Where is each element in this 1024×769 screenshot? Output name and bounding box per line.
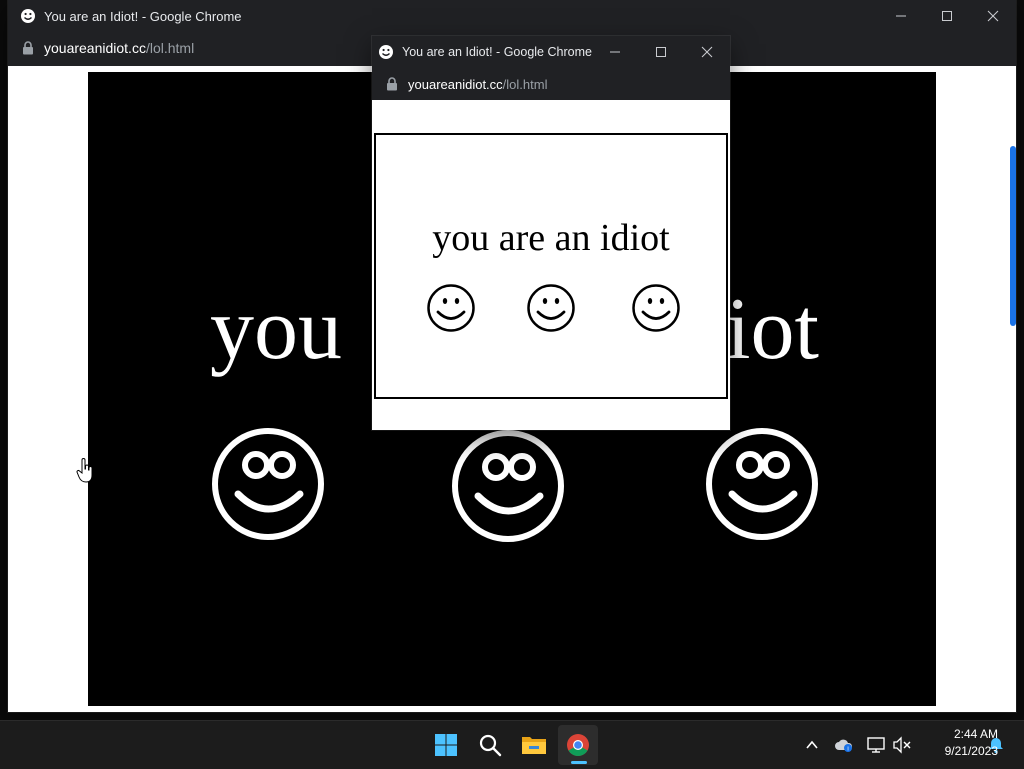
onedrive-tray-button[interactable]: i	[834, 735, 854, 755]
minimize-icon	[896, 15, 906, 17]
big-text-left: you	[210, 281, 342, 378]
search-button[interactable]	[470, 725, 510, 765]
popup-url-path: /lol.html	[502, 76, 548, 92]
svg-text:i: i	[847, 747, 848, 753]
chrome-icon	[567, 734, 589, 756]
minimize-button[interactable]	[878, 0, 924, 32]
main-window-title: You are an Idiot! - Google Chrome	[44, 8, 242, 24]
smiley-icon	[526, 283, 576, 333]
popup-browser-window: You are an Idiot! - Google Chrome youare…	[372, 36, 730, 430]
maximize-icon	[656, 47, 666, 57]
popup-message: you are an idiot	[432, 217, 670, 259]
close-icon	[701, 46, 713, 58]
windows-start-icon	[435, 734, 457, 756]
smiley-icon	[20, 8, 36, 24]
maximize-icon	[942, 11, 952, 21]
popup-window-title: You are an Idiot! - Google Chrome	[402, 45, 592, 59]
cloud-icon: i	[835, 739, 853, 753]
close-button[interactable]	[970, 0, 1016, 32]
network-icon	[867, 737, 885, 753]
maximize-button[interactable]	[924, 0, 970, 32]
popup-message-box[interactable]: you are an idiot	[374, 133, 728, 399]
search-icon	[479, 734, 502, 757]
smiley-icon	[378, 44, 394, 60]
main-titlebar[interactable]: You are an Idiot! - Google Chrome	[8, 0, 1016, 32]
main-url-host: youareanidiot.cc	[44, 40, 146, 56]
taskbar: i	[0, 720, 1024, 769]
popup-titlebar[interactable]: You are an Idiot! - Google Chrome	[372, 36, 730, 68]
volume-muted-icon	[893, 736, 911, 754]
chrome-active-indicator	[571, 761, 587, 764]
lock-icon	[386, 77, 398, 91]
smiley-icon	[631, 283, 681, 333]
file-explorer-button[interactable]	[514, 725, 554, 765]
big-text-right: iot	[726, 281, 819, 378]
chevron-up-icon	[806, 740, 818, 749]
clock-date: 9/21/2023	[944, 744, 998, 758]
close-icon	[987, 10, 999, 22]
popup-maximize-button[interactable]	[638, 36, 684, 68]
main-url-path: /lol.html	[145, 40, 195, 56]
hand-cursor-icon	[76, 458, 94, 484]
lock-icon	[22, 41, 34, 55]
smiley-icon	[704, 426, 820, 542]
clock-time: 2:44 AM	[953, 727, 998, 741]
popup-close-button[interactable]	[684, 36, 730, 68]
popup-address-bar[interactable]: youareanidiot.cc/lol.html	[372, 68, 730, 100]
volume-tray-button[interactable]	[892, 735, 912, 755]
popup-url-host: youareanidiot.cc	[408, 76, 503, 92]
clock[interactable]: 2:44 AM 9/21/2023	[918, 726, 998, 760]
chrome-taskbar-button[interactable]	[558, 725, 598, 765]
network-tray-button[interactable]	[866, 735, 886, 755]
minimize-icon	[610, 51, 620, 53]
popup-page-content: you are an idiot	[372, 100, 730, 430]
tray-overflow-button[interactable]	[802, 735, 822, 755]
smiley-icon	[426, 283, 476, 333]
start-button[interactable]	[426, 725, 466, 765]
page-scrollbar[interactable]	[1010, 146, 1016, 326]
file-explorer-icon	[522, 737, 546, 754]
smiley-icon	[210, 426, 326, 542]
smiley-icon	[450, 428, 566, 544]
popup-minimize-button[interactable]	[592, 36, 638, 68]
